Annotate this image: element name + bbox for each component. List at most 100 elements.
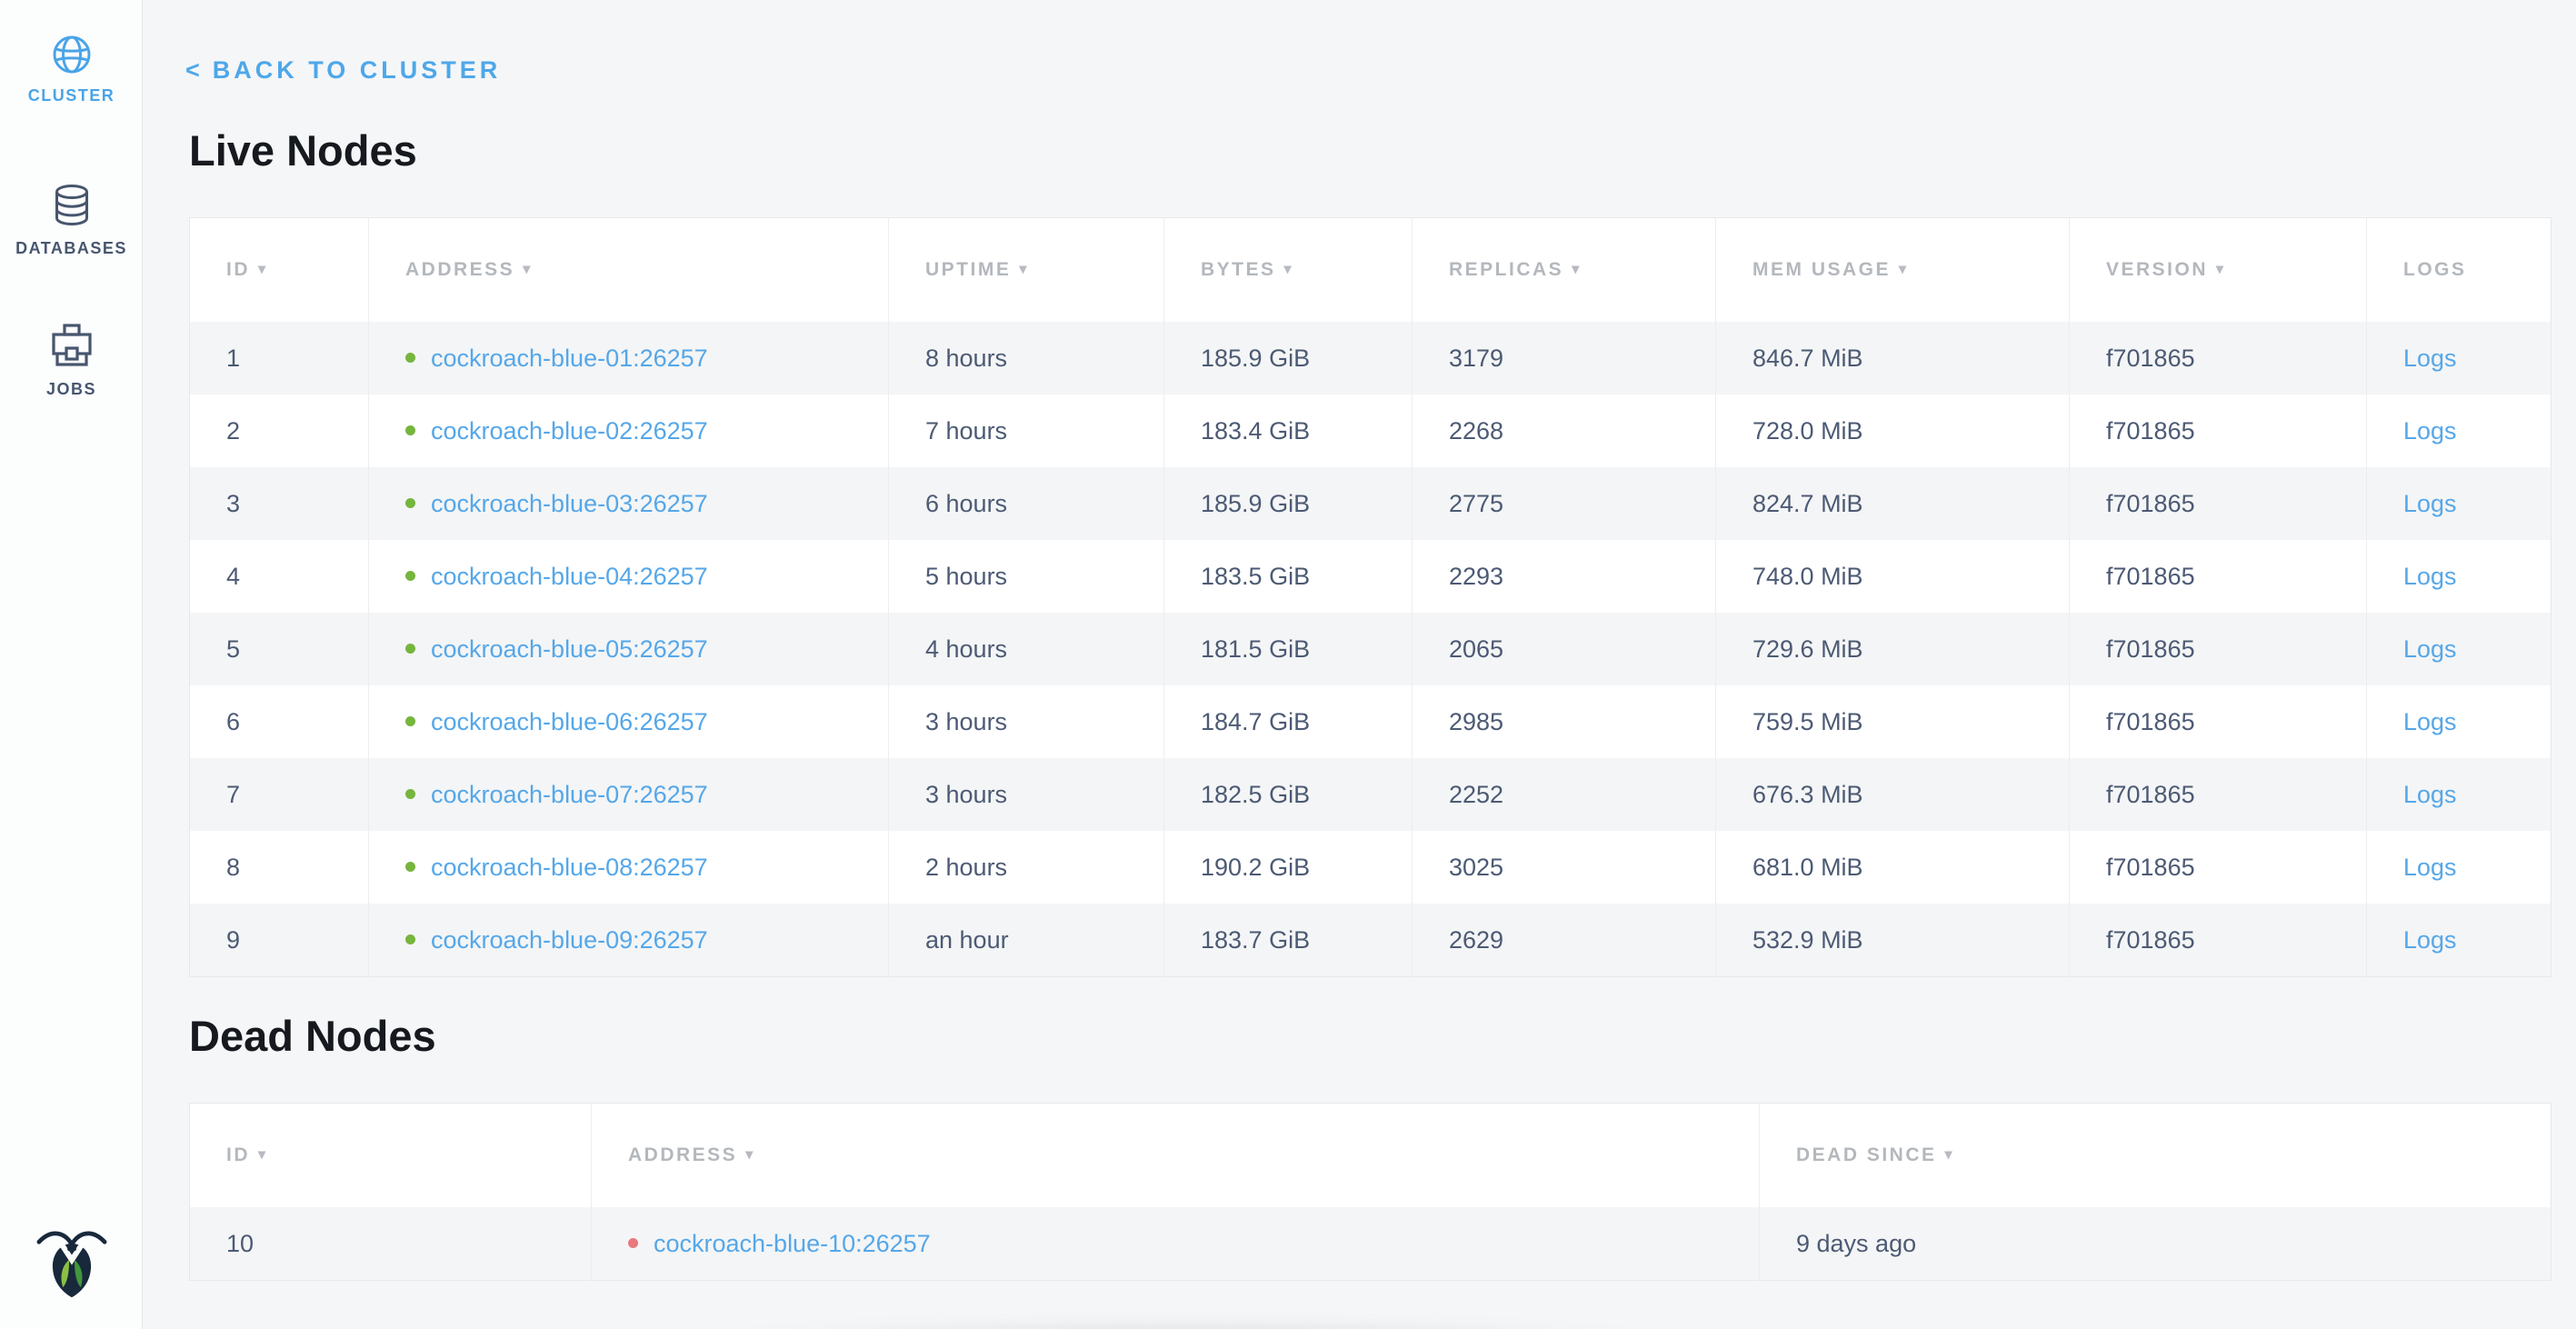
column-header-dead-since[interactable]: DEAD SINCE▾ [1760, 1104, 2551, 1208]
node-bytes-cell: 190.2 GiB [1164, 831, 1413, 904]
node-address-link[interactable]: cockroach-blue-06:26257 [431, 708, 708, 735]
node-row: 5 cockroach-blue-05:26257 4 hours 181.5 … [190, 613, 2551, 685]
node-logs-link[interactable]: Logs [2403, 781, 2457, 808]
node-address-cell: cockroach-blue-09:26257 [369, 904, 889, 977]
node-id-cell: 8 [190, 831, 369, 904]
jobs-icon [51, 323, 93, 368]
node-id-cell: 7 [190, 758, 369, 831]
node-address-link[interactable]: cockroach-blue-04:26257 [431, 563, 708, 590]
node-version-cell: f701865 [2070, 467, 2367, 540]
node-row: 2 cockroach-blue-02:26257 7 hours 183.4 … [190, 395, 2551, 467]
node-mem-usage-cell: 748.0 MiB [1716, 540, 2070, 613]
node-mem-usage-cell: 532.9 MiB [1716, 904, 2070, 977]
column-header-uptime[interactable]: UPTIME▾ [889, 218, 1164, 323]
column-header-mem-usage[interactable]: MEM USAGE▾ [1716, 218, 2070, 323]
sidebar-item-cluster[interactable]: CLUSTER [0, 35, 143, 105]
node-address-link[interactable]: cockroach-blue-08:26257 [431, 854, 708, 881]
node-bytes-cell: 183.7 GiB [1164, 904, 1413, 977]
back-chevron-icon: < [185, 56, 200, 84]
sidebar-item-jobs[interactable]: JOBS [0, 323, 143, 399]
node-version-cell: f701865 [2070, 685, 2367, 758]
node-logs-cell: Logs [2367, 540, 2551, 613]
sidebar-item-databases[interactable]: DATABASES [0, 184, 143, 258]
node-uptime-cell: 6 hours [889, 467, 1164, 540]
live-nodes-title: Live Nodes [189, 127, 417, 175]
node-address-cell: cockroach-blue-10:26257 [592, 1207, 1760, 1281]
node-replicas-cell: 2985 [1413, 685, 1716, 758]
node-address-link[interactable]: cockroach-blue-10:26257 [654, 1230, 931, 1257]
column-header-address[interactable]: ADDRESS▾ [592, 1104, 1760, 1208]
node-replicas-cell: 2293 [1413, 540, 1716, 613]
node-mem-usage-cell: 846.7 MiB [1716, 322, 2070, 395]
node-logs-link[interactable]: Logs [2403, 563, 2457, 590]
live-status-dot-icon [405, 353, 415, 363]
node-row: 1 cockroach-blue-01:26257 8 hours 185.9 … [190, 322, 2551, 395]
node-logs-link[interactable]: Logs [2403, 417, 2457, 445]
node-mem-usage-cell: 681.0 MiB [1716, 831, 2070, 904]
cockroach-logo-icon[interactable] [0, 1219, 143, 1305]
node-mem-usage-cell: 729.6 MiB [1716, 613, 2070, 685]
node-id-cell: 2 [190, 395, 369, 467]
sort-arrow-icon: ▾ [1284, 262, 1294, 277]
node-mem-usage-cell: 728.0 MiB [1716, 395, 2070, 467]
node-version-cell: f701865 [2070, 904, 2367, 977]
sort-arrow-icon: ▾ [1019, 262, 1029, 277]
column-header-address[interactable]: ADDRESS▾ [369, 218, 889, 323]
node-replicas-cell: 3179 [1413, 322, 1716, 395]
node-address-link[interactable]: cockroach-blue-03:26257 [431, 490, 708, 517]
node-replicas-cell: 3025 [1413, 831, 1716, 904]
node-replicas-cell: 2629 [1413, 904, 1716, 977]
node-logs-link[interactable]: Logs [2403, 490, 2457, 517]
node-logs-cell: Logs [2367, 904, 2551, 977]
node-logs-link[interactable]: Logs [2403, 854, 2457, 881]
live-status-dot-icon [405, 425, 415, 435]
node-version-cell: f701865 [2070, 395, 2367, 467]
node-address-link[interactable]: cockroach-blue-09:26257 [431, 926, 708, 954]
node-logs-link[interactable]: Logs [2403, 635, 2457, 663]
column-header-bytes[interactable]: BYTES▾ [1164, 218, 1413, 323]
live-status-dot-icon [405, 498, 415, 508]
node-id-cell: 4 [190, 540, 369, 613]
node-bytes-cell: 185.9 GiB [1164, 467, 1413, 540]
node-row: 10 cockroach-blue-10:26257 9 days ago [190, 1207, 2551, 1281]
node-address-cell: cockroach-blue-07:26257 [369, 758, 889, 831]
node-logs-cell: Logs [2367, 831, 2551, 904]
node-address-cell: cockroach-blue-04:26257 [369, 540, 889, 613]
column-header-replicas[interactable]: REPLICAS▾ [1413, 218, 1716, 323]
main-content: <BACK TO CLUSTER Live Nodes ID▾ ADDRESS▾… [143, 0, 2576, 1329]
column-header-version[interactable]: VERSION▾ [2070, 218, 2367, 323]
column-header-id[interactable]: ID▾ [190, 1104, 592, 1208]
back-to-cluster-link[interactable]: <BACK TO CLUSTER [185, 56, 501, 85]
node-uptime-cell: 3 hours [889, 758, 1164, 831]
node-address-link[interactable]: cockroach-blue-05:26257 [431, 635, 708, 663]
live-status-dot-icon [405, 716, 415, 726]
node-bytes-cell: 183.5 GiB [1164, 540, 1413, 613]
node-logs-cell: Logs [2367, 467, 2551, 540]
live-status-dot-icon [405, 571, 415, 581]
node-logs-link[interactable]: Logs [2403, 926, 2457, 954]
node-address-link[interactable]: cockroach-blue-01:26257 [431, 345, 708, 372]
node-address-link[interactable]: cockroach-blue-02:26257 [431, 417, 708, 445]
node-version-cell: f701865 [2070, 613, 2367, 685]
sidebar-item-label: DATABASES [0, 239, 143, 258]
node-uptime-cell: 2 hours [889, 831, 1164, 904]
node-address-link[interactable]: cockroach-blue-07:26257 [431, 781, 708, 808]
node-bytes-cell: 184.7 GiB [1164, 685, 1413, 758]
live-status-dot-icon [405, 789, 415, 799]
node-replicas-cell: 2775 [1413, 467, 1716, 540]
node-version-cell: f701865 [2070, 758, 2367, 831]
node-bytes-cell: 181.5 GiB [1164, 613, 1413, 685]
column-header-id[interactable]: ID▾ [190, 218, 369, 323]
sort-arrow-icon: ▾ [1572, 262, 1582, 277]
live-status-dot-icon [405, 934, 415, 944]
dead-status-dot-icon [628, 1238, 638, 1248]
node-logs-link[interactable]: Logs [2403, 345, 2457, 372]
node-replicas-cell: 2268 [1413, 395, 1716, 467]
node-logs-link[interactable]: Logs [2403, 708, 2457, 735]
node-id-cell: 6 [190, 685, 369, 758]
sidebar-item-label: CLUSTER [0, 86, 143, 105]
node-row: 3 cockroach-blue-03:26257 6 hours 185.9 … [190, 467, 2551, 540]
live-status-dot-icon [405, 644, 415, 654]
live-nodes-table: ID▾ ADDRESS▾ UPTIME▾ BYTES▾ REPLICAS▾ ME… [189, 217, 2551, 977]
node-id-cell: 1 [190, 322, 369, 395]
